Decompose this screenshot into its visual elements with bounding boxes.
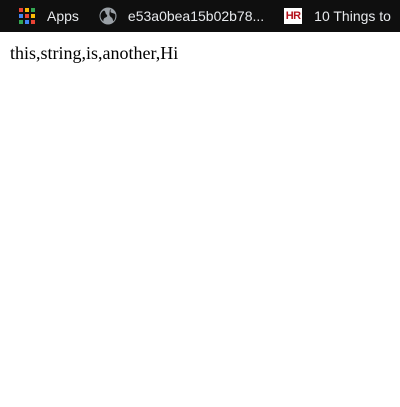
bookmark-site-label: e53a0bea15b02b78... <box>127 8 265 24</box>
bookmark-apps[interactable]: Apps <box>19 0 79 32</box>
bookmark-site[interactable]: e53a0bea15b02b78... <box>99 0 264 32</box>
hr-logo-icon: HR <box>284 8 303 24</box>
globe-icon <box>99 7 117 25</box>
bookmarks-bar: Apps e53a0bea15b02b78... HR 10 Things to <box>0 0 400 32</box>
bookmark-apps-label: Apps <box>47 8 79 24</box>
apps-grid-icon <box>19 8 35 24</box>
bookmark-hr-label: 10 Things to <box>314 8 391 24</box>
bookmark-hr-article[interactable]: HR 10 Things to <box>284 0 391 32</box>
page-text: this,string,is,another,Hi <box>10 43 179 63</box>
